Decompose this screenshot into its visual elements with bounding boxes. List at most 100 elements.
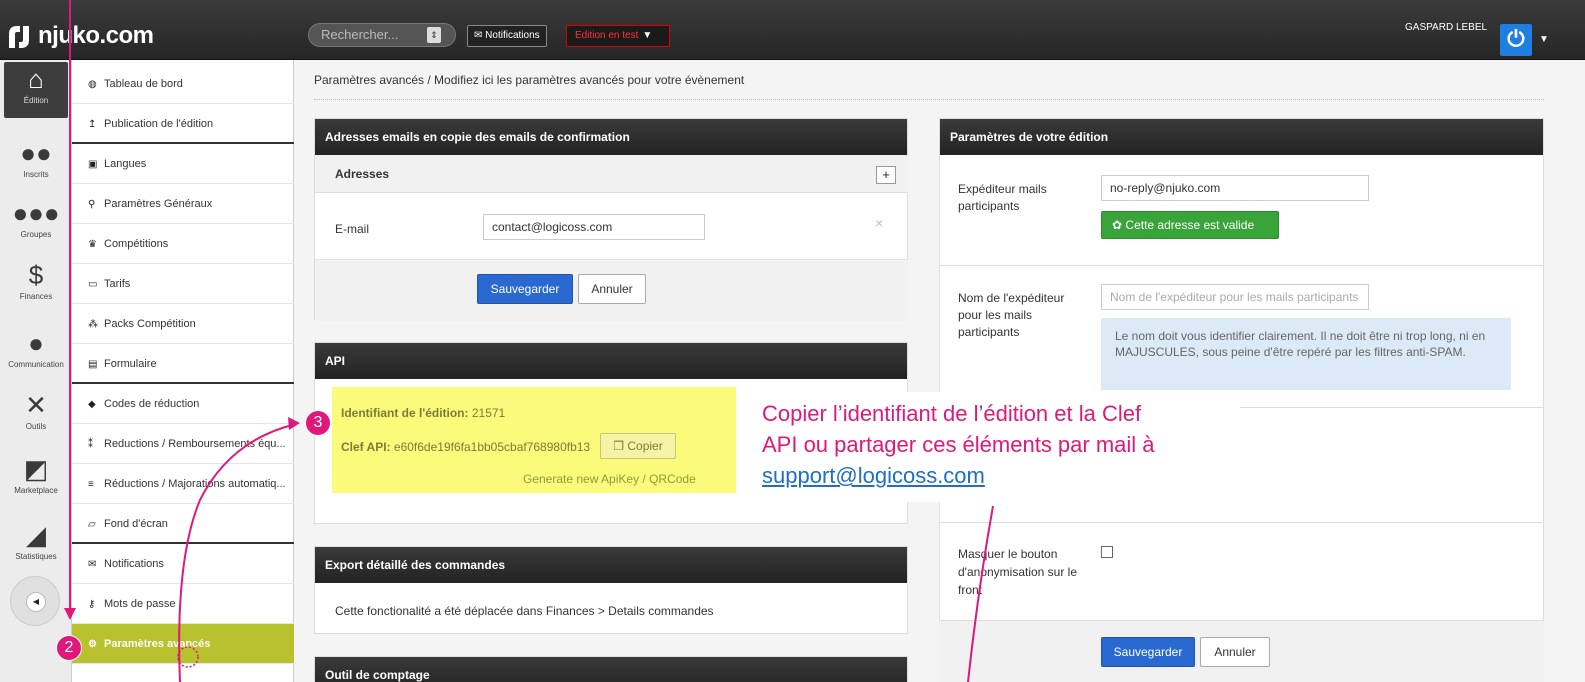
tools-icon: ✕	[25, 390, 47, 420]
notifications-button[interactable]: ✉ Notifications	[467, 25, 547, 47]
panel-title: Outil de comptage	[315, 657, 907, 682]
menu-item[interactable]: ⚙ Paramètres avancés	[72, 624, 294, 664]
search-placeholder: Rechercher...	[321, 27, 399, 42]
rail-item-label: Groupes	[20, 230, 52, 239]
menu-item[interactable]: ▣ Langues	[72, 144, 294, 184]
menu-item[interactable]: ≡ Réductions / Majorations automatiq...	[72, 464, 294, 504]
sender-email-field[interactable]: no-reply@njuko.com	[1101, 175, 1369, 201]
logo-text: njuko.com	[38, 22, 154, 49]
menu-item-label: Paramètres avancés	[104, 638, 211, 650]
rail-item-groupes[interactable]: ●●● Groupes	[4, 196, 68, 252]
rail-item-marketplace[interactable]: ◩ Marketplace	[4, 452, 68, 508]
copy-button[interactable]: ❐ Copier	[600, 433, 676, 459]
remove-icon[interactable]: ×	[875, 215, 883, 231]
edition-dropdown[interactable]: Edition en test ▼	[566, 25, 670, 47]
menu-item[interactable]: ⁑ Reductions / Remboursements équ...	[72, 424, 294, 464]
menu-item[interactable]: ▱ Fond d'écran	[72, 504, 294, 544]
menu-item[interactable]: ◆ Codes de réduction	[72, 384, 294, 424]
rail-item-communication[interactable]: ● Communication	[4, 326, 68, 382]
menu-item[interactable]: ✉ Notifications	[72, 544, 294, 584]
email-field[interactable]: contact@logicoss.com	[483, 214, 705, 240]
collapse-sidebar-button[interactable]: ◀	[10, 576, 60, 626]
caret-down-icon: ▼	[642, 30, 653, 41]
annotation-callout: Copier l’identifiant de l’édition et la …	[740, 392, 1240, 502]
divider	[939, 265, 1544, 266]
menu-item[interactable]: ⚷ Mots de passe	[72, 584, 294, 624]
sender-name-field[interactable]: Nom de l'expéditeur pour les mails parti…	[1101, 284, 1369, 310]
cancel-button[interactable]: Annuler	[1200, 637, 1270, 667]
notifications-label: Notifications	[485, 30, 540, 41]
export-panel: Export détaillé des commandes Cette fonc…	[314, 546, 908, 634]
edition-label: Edition en test	[575, 30, 639, 41]
users-icon: ●●	[20, 138, 52, 168]
menu-item[interactable]: ⚲ Paramètres Généraux	[72, 184, 294, 224]
menu-item-label: Fond d'écran	[104, 518, 168, 530]
packs-icon: ⁂	[88, 319, 98, 330]
dashboard-icon: ◍	[88, 79, 97, 90]
api-key-label: Clef API:	[341, 440, 391, 454]
emails-copy-panel: Adresses emails en copie des emails de c…	[314, 118, 908, 321]
group-icon: ●●●	[12, 198, 60, 228]
rail-item-outils[interactable]: ✕ Outils	[4, 388, 68, 444]
panel-title: Adresses emails en copie des emails de c…	[315, 119, 907, 155]
counting-panel: Outil de comptage	[314, 656, 908, 682]
menu-item-label: Paramètres Généraux	[104, 198, 213, 210]
annotation-line: API ou partager ces éléments par mail à	[762, 432, 1155, 457]
menu-item[interactable]: ◍ Tableau de bord	[72, 64, 294, 104]
valid-address-badge: ✿ Cette adresse est valide	[1101, 211, 1279, 239]
rail-item-label: Marketplace	[14, 486, 58, 495]
edition-id-value: 21571	[471, 406, 506, 420]
cancel-button[interactable]: Annuler	[578, 274, 646, 304]
language-icon: ▣	[88, 159, 98, 170]
api-key-value: e60f6de19f6fa1bb05cbaf768980fb13	[393, 440, 591, 454]
menu-item[interactable]: ↥ Publication de l'édition	[72, 104, 294, 144]
panel-title: API	[315, 343, 907, 379]
rail-item-label: Statistiques	[15, 552, 57, 561]
rail-item-statistiques[interactable]: ◢ Statistiques	[4, 518, 68, 574]
email-label: E-mail	[335, 222, 370, 236]
area-chart-icon: ◢	[26, 520, 46, 550]
price-icon: ▭	[88, 279, 98, 290]
menu-item-label: Publication de l'édition	[104, 118, 214, 130]
map-pin-icon: ⚲	[88, 199, 96, 210]
rail-item-édition[interactable]: ⌂ Édition	[4, 62, 68, 118]
search-input[interactable]: Rechercher... ⇕	[308, 23, 456, 47]
sender-name-label: Nom de l'expéditeur pour les mails parti…	[958, 291, 1065, 339]
add-address-button[interactable]: +	[876, 166, 896, 184]
marketplace-icon: ◩	[23, 454, 49, 484]
hide-anonymize-checkbox[interactable]	[1101, 546, 1113, 558]
generate-apikey-link[interactable]: Generate new ApiKey / QRCode	[523, 472, 696, 486]
trophy-icon: ♛	[88, 239, 97, 250]
user-name: GASPARD LEBEL	[1405, 22, 1488, 33]
rail-item-finances[interactable]: $ Finances	[4, 258, 68, 314]
edition-id: Identifiant de l'édition: 21571	[341, 406, 505, 420]
menu-item[interactable]: ▭ Tarifs	[72, 264, 294, 304]
edition-id-label: Identifiant de l'édition:	[341, 406, 469, 420]
step-2-badge: 2	[56, 635, 82, 661]
divider	[939, 522, 1544, 523]
spinner-updown-icon[interactable]: ⇕	[427, 27, 441, 43]
breadcrumb: Paramètres avancés / Modifiez ici les pa…	[314, 73, 745, 87]
support-email-link[interactable]: support@logicoss.com	[762, 460, 1240, 491]
menu-item[interactable]: ♛ Compétitions	[72, 224, 294, 264]
sender-name-help: Le nom doit vous identifier clairement. …	[1101, 318, 1511, 390]
rail-item-label: Finances	[19, 292, 53, 301]
chevron-left-icon: ◀	[26, 592, 46, 612]
rail-item-inscrits[interactable]: ●● Inscrits	[4, 136, 68, 192]
save-button[interactable]: Sauvegarder	[1101, 637, 1195, 667]
menu-item-label: Codes de réduction	[104, 398, 200, 410]
sender-label: Expéditeur mails participants	[958, 182, 1047, 213]
copy-icon: ❐	[613, 439, 625, 453]
power-icon[interactable]: ⏻	[1500, 24, 1532, 56]
menu-item[interactable]: ▤ Formulaire	[72, 344, 294, 384]
menu-item-label: Tableau de bord	[104, 78, 183, 90]
menu-item[interactable]: ⁂ Packs Compétition	[72, 304, 294, 344]
valid-address-label: Cette adresse est valide	[1125, 218, 1255, 232]
save-button[interactable]: Sauvegarder	[477, 274, 573, 304]
cogs-icon: ⚙	[88, 639, 97, 650]
export-text: Cette fonctionalité a été déplacée dans …	[335, 604, 714, 618]
caret-down-icon[interactable]: ▼	[1539, 34, 1549, 45]
menu-item-label: Formulaire	[104, 358, 157, 370]
logo[interactable]: njuko.com	[6, 22, 154, 50]
form-icon: ▤	[88, 359, 98, 370]
